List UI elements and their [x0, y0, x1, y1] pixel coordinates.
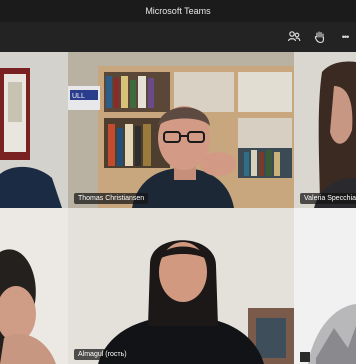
window-title: Microsoft Teams: [145, 6, 211, 16]
video-tile-partial-bottom-left[interactable]: [0, 208, 68, 364]
video-feed-image: [0, 52, 68, 208]
video-tile-thomas[interactable]: ULL Thomas Christiansen: [68, 52, 294, 208]
video-feed-image: ULL: [68, 52, 294, 208]
participant-name-label: Valeria Specchia: [300, 193, 356, 204]
video-tile-partial-left[interactable]: [0, 52, 68, 208]
participant-name-label: Almagul (гость): [74, 349, 131, 360]
video-feed-image: [68, 208, 294, 364]
more-options-button[interactable]: •••: [335, 28, 355, 46]
background-banner-text: ULL: [72, 93, 85, 100]
video-grid: ULL Thomas Christiansen Valeria Specchia: [0, 52, 356, 364]
video-tile-partial-bottom-right[interactable]: [294, 208, 356, 364]
video-tile-valeria[interactable]: Valeria Specchia: [294, 52, 356, 208]
participants-icon[interactable]: [285, 28, 303, 46]
video-feed-image: [294, 208, 356, 364]
raise-hand-icon[interactable]: [311, 28, 329, 46]
video-feed-image: [0, 208, 68, 364]
participant-name-label: Thomas Christiansen: [74, 193, 149, 204]
video-feed-image: [294, 52, 356, 208]
title-bar: Microsoft Teams: [0, 0, 356, 22]
meeting-toolbar: •••: [0, 22, 356, 52]
video-tile-almagul[interactable]: Almagul (гость): [68, 208, 294, 364]
